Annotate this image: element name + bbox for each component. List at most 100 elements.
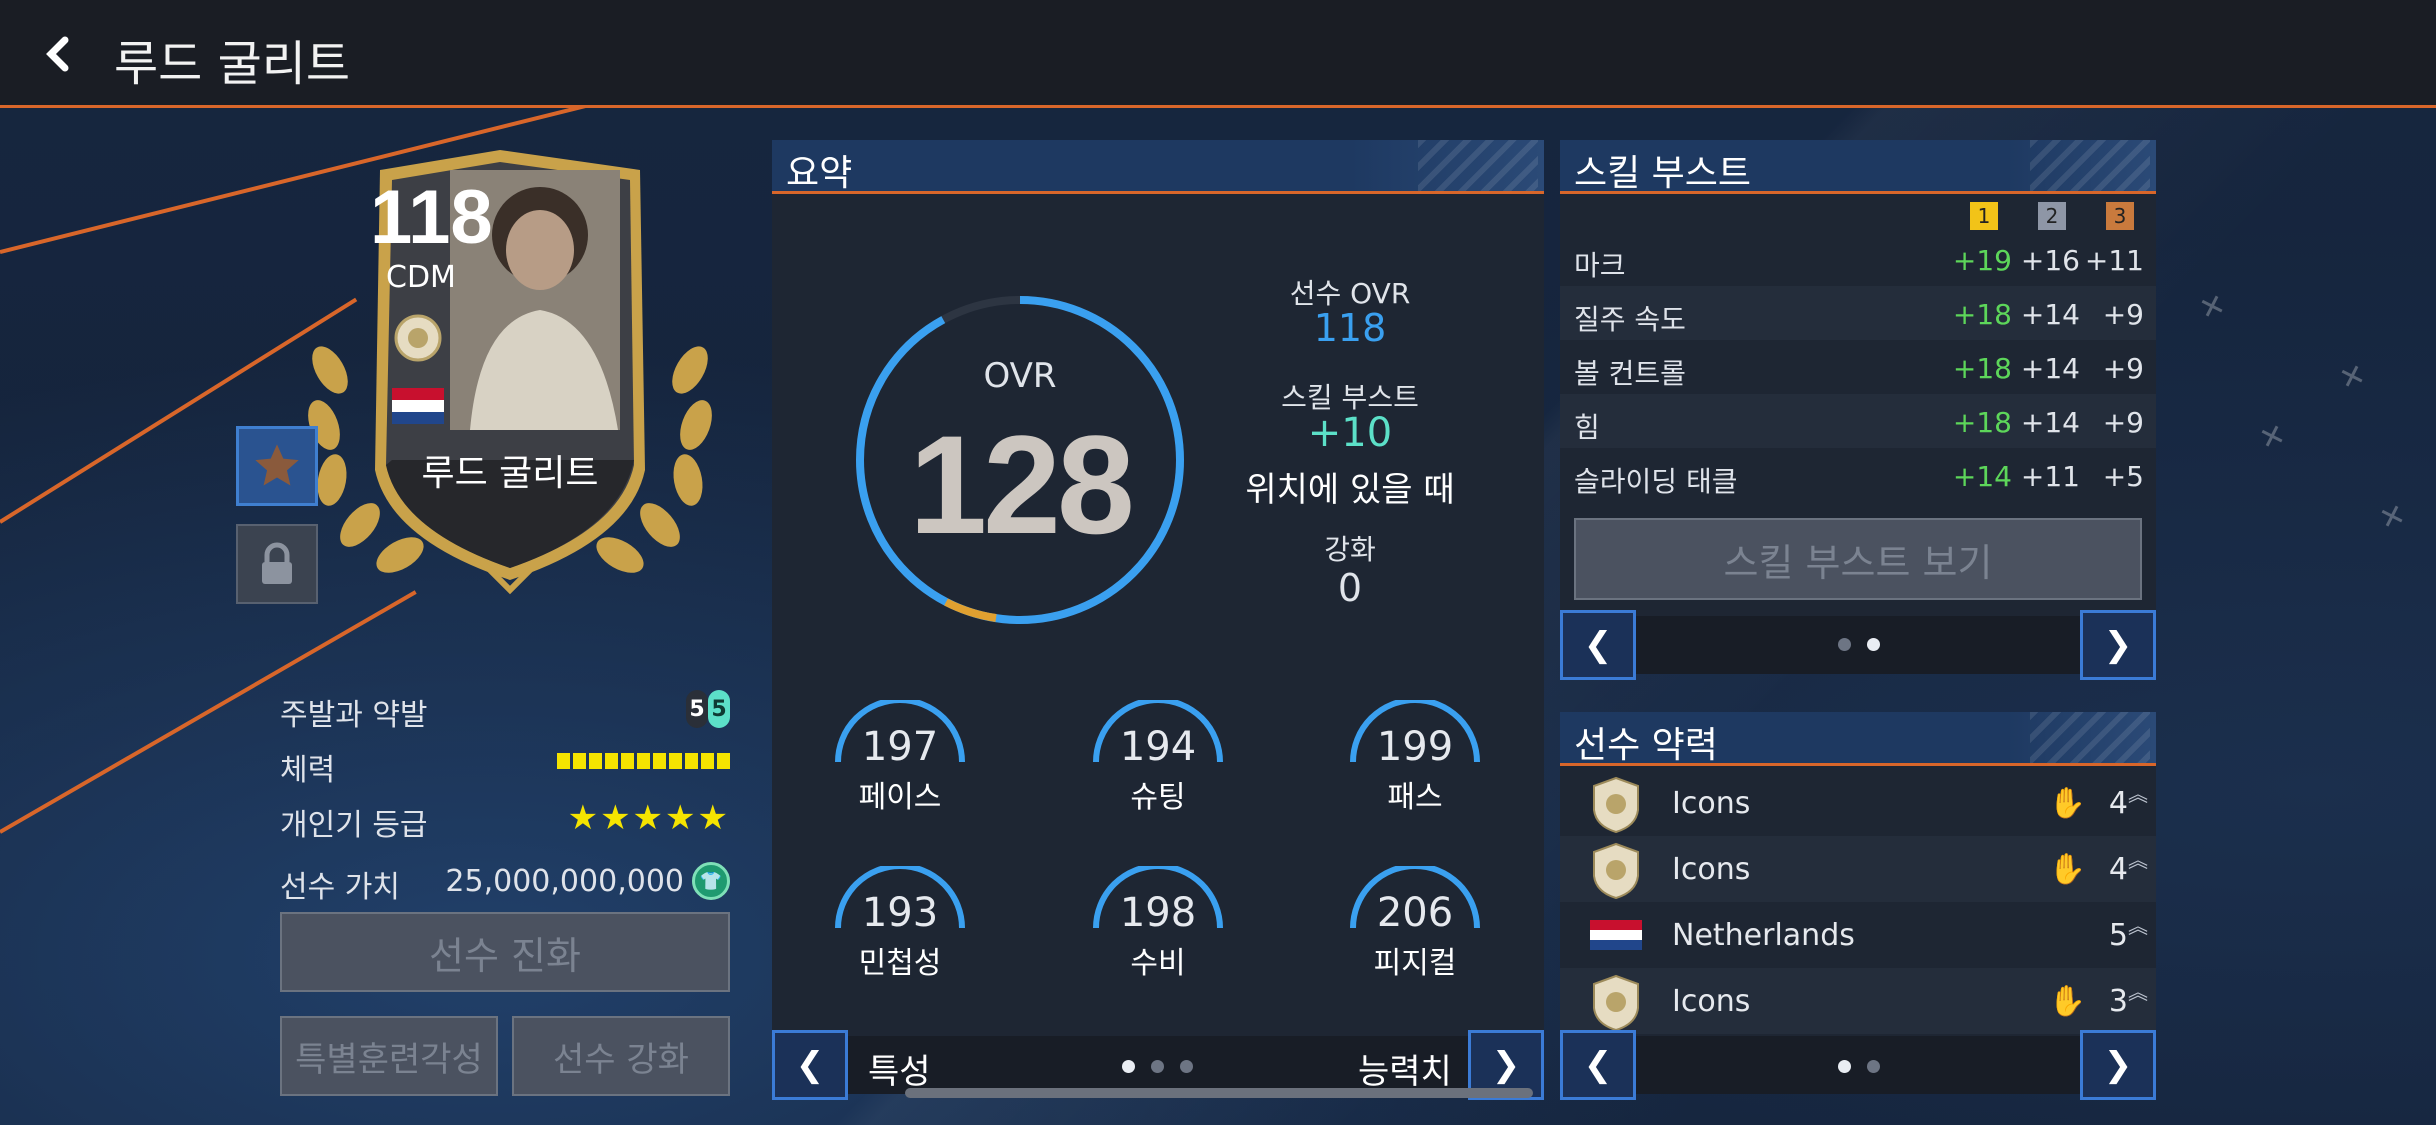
history-name: Icons [1672,852,1751,887]
stat-value: 198 [1119,890,1197,936]
skill-boost-panel: 스킬 부스트 1 2 3 마크 +19 +16 +11 질주 속도 +18 +1… [1560,140,2156,674]
star-icon [255,444,299,486]
summary-footer-left[interactable]: 특성 [868,1044,931,1093]
value-label: 선수 가치 [280,870,400,905]
evolve-button[interactable]: 선수 진화 [280,912,730,992]
skill-boost-2: +11 [2020,460,2080,493]
foot-label: 주발과 약발 [280,698,428,733]
value-row: 선수 가치 25,000,000,000 👕 [280,862,730,905]
popularity-stars: ★★★★★ [567,798,730,838]
player-ovr-value: 118 [1313,306,1387,350]
skill-name: 질주 속도 [1574,303,1686,336]
player-value: 25,000,000,000 [445,863,684,899]
home-indicator[interactable] [905,1088,1533,1098]
view-skill-boost-button[interactable]: 스킬 부스트 보기 [1574,518,2142,600]
summary-page-dots [1122,1060,1193,1073]
right-foot-badge: 5 [708,690,730,728]
hand-icon: ✋ [2048,984,2086,1019]
skill-boost-page-dots [1838,638,1880,651]
chevron-up-icon: ︽ [2128,848,2148,872]
page-dot[interactable] [1838,1060,1851,1073]
skill-boost-next-button[interactable]: ❯ [2080,610,2156,680]
skill-boost-prev-button[interactable]: ❮ [1560,610,1636,680]
rank-badge-1: 1 [1970,202,1998,230]
stamina-label: 체력 [280,753,336,788]
skill-boost-3: +5 [2102,460,2144,493]
rank-badge-2: 2 [2038,202,2066,230]
summary-prev-button[interactable]: ❮ [772,1030,848,1100]
skill-boost-header: 스킬 부스트 [1560,140,2156,194]
skill-boost-row: 볼 컨트롤 +18 +14 +9 [1560,340,2156,394]
skill-boost-row: 힘 +18 +14 +9 [1560,394,2156,448]
skill-boost-value: +10 [1307,410,1393,456]
chevron-left-icon: ❮ [1583,625,1613,665]
page-dot[interactable] [1180,1060,1193,1073]
card-name: 루드 굴리트 [421,453,599,494]
skill-boost-2: +14 [2020,352,2080,385]
page-dot[interactable] [1151,1060,1164,1073]
header-decor [2030,140,2150,191]
skill-boost-1: +18 [1952,298,2012,331]
enhance-button[interactable]: 선수 강화 [512,1016,730,1096]
chevron-up-icon: ︽ [2128,782,2148,806]
page-dot[interactable] [1122,1060,1135,1073]
history-prev-button[interactable]: ❮ [1560,1030,1636,1100]
history-row[interactable]: Icons ✋ 4 ︽ [1560,836,2156,902]
chevron-up-icon: ︽ [2128,914,2148,938]
chevron-up-icon: ︽ [2128,980,2148,1004]
ovr-label: OVR [983,356,1057,396]
player-card[interactable]: 118 CDM 루드 굴리트 [300,140,720,600]
top-bar: 루드 굴리트 [0,0,2436,108]
card-ovr: 118 [370,175,493,260]
icons-badge-icon [1593,776,1639,834]
stat-gauge: 193 민첩성 [830,863,970,996]
player-history-header: 선수 약력 [1560,712,2156,766]
summary-title: 요약 [786,153,853,194]
chevron-left-icon: ❮ [1583,1045,1613,1085]
netherlands-flag-icon [1590,920,1642,950]
summary-header: 요약 [772,140,1544,194]
skill-name: 슬라이딩 태클 [1574,465,1738,498]
history-level: 5 [2108,918,2128,953]
skill-boost-1: +18 [1952,352,2012,385]
stat-label: 피지컬 [1373,946,1457,981]
stat-value: 194 [1119,724,1197,770]
stat-gauge: 206 피지컬 [1345,863,1485,996]
history-name: Netherlands [1672,918,1855,953]
special-training-button[interactable]: 특별훈련각성 [280,1016,498,1096]
value-display: 25,000,000,000 👕 [445,862,730,900]
stat-value: 199 [1376,724,1454,770]
card-frame-icon [308,150,712,595]
page-dot[interactable] [1867,1060,1880,1073]
back-button[interactable] [30,26,86,82]
skill-boost-3: +9 [2102,352,2144,385]
page-dot[interactable] [1867,638,1880,651]
chevron-right-icon: ❯ [2103,1045,2133,1085]
stamina-row: 체력 [280,745,730,788]
stamina-bar [557,753,730,769]
history-row[interactable]: Icons ✋ 3 ︽ [1560,968,2156,1034]
stat-label: 슈팅 [1130,780,1186,815]
history-page-dots [1838,1060,1880,1073]
page-dot[interactable] [1838,638,1851,651]
card-position: CDM [386,260,456,295]
summary-footer-right[interactable]: 능력치 [1358,1044,1452,1093]
position-note: 위치에 있을 때 [1245,470,1455,510]
left-foot-badge: 5 [686,690,708,728]
lock-button[interactable] [236,524,318,604]
favorite-button[interactable] [236,426,318,506]
ovr-boost-arc [944,598,997,622]
icons-badge-icon [1593,974,1639,1032]
skill-boost-title: 스킬 부스트 [1574,153,1752,194]
page-title: 루드 굴리트 [114,36,351,92]
history-row[interactable]: Netherlands 5 ︽ [1560,902,2156,968]
stat-label: 페이스 [858,780,942,815]
skill-boost-1: +19 [1952,244,2012,277]
rank-badge-3: 3 [2106,202,2134,230]
history-next-button[interactable]: ❯ [2080,1030,2156,1100]
chevron-left-icon: ❮ [795,1045,825,1085]
skill-boost-3: +11 [2084,244,2144,277]
foot-badges: 5 5 [686,690,730,728]
bp-coin-icon: 👕 [692,862,730,900]
history-row[interactable]: Icons ✋ 4 ︽ [1560,770,2156,836]
